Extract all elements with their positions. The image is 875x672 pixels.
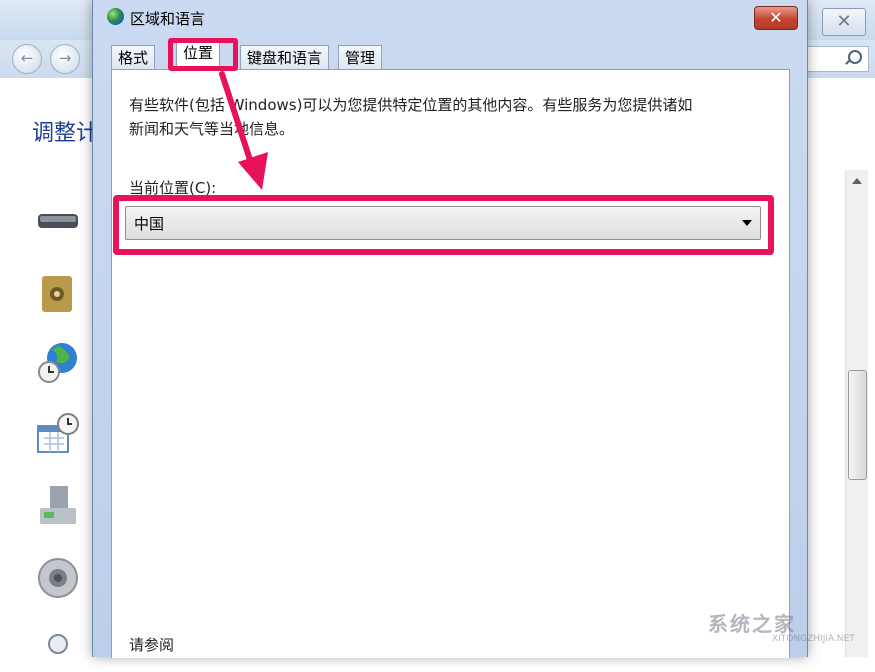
annotation-arrow-icon (219, 71, 268, 190)
